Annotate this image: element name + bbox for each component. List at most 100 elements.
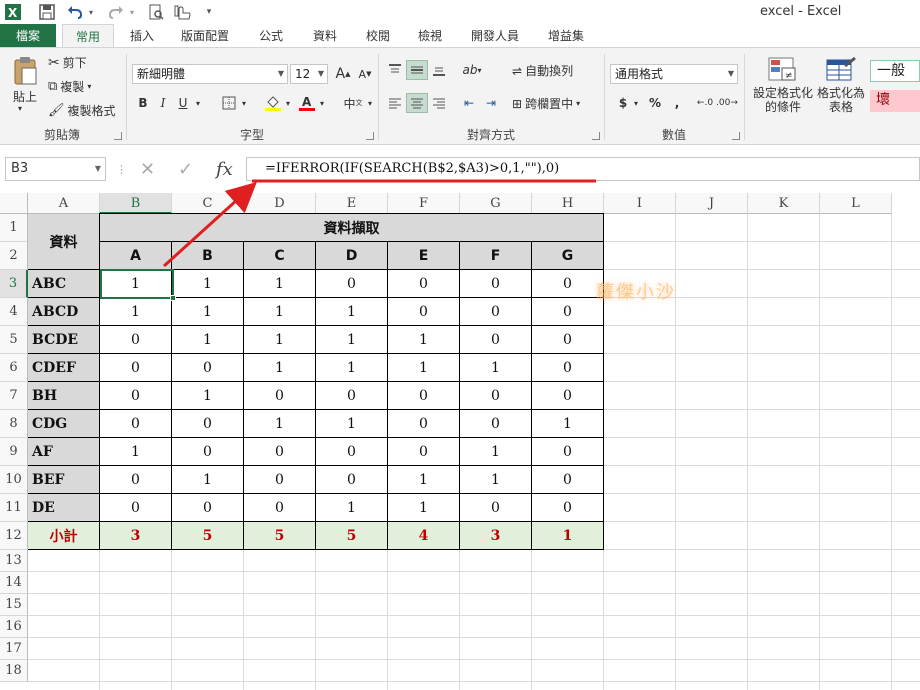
tab-file[interactable]: 檔案 xyxy=(0,24,56,48)
print-preview-icon[interactable] xyxy=(147,3,165,21)
redo-dropdown-icon[interactable]: ▾ xyxy=(127,3,137,21)
data-cell[interactable]: 0 xyxy=(388,270,460,298)
name-box[interactable]: B3 ▼ xyxy=(5,157,106,181)
align-center-icon[interactable] xyxy=(406,93,428,113)
data-cell[interactable]: 1 xyxy=(460,438,532,466)
data-cell[interactable]: 0 xyxy=(316,438,388,466)
number-launcher-icon[interactable] xyxy=(732,132,740,140)
borders-icon[interactable] xyxy=(218,93,240,113)
font-size-select[interactable]: 12 ▼ xyxy=(290,64,328,84)
data-cell[interactable]: 1 xyxy=(244,270,316,298)
row-label-cell[interactable]: BH xyxy=(28,382,100,410)
data-cell[interactable]: 0 xyxy=(532,382,604,410)
data-cell[interactable]: 0 xyxy=(244,494,316,522)
subtotal-cell[interactable]: 3 xyxy=(100,522,172,550)
tab-page-layout[interactable]: 版面配置 xyxy=(172,24,238,48)
row-label-cell[interactable]: BEF xyxy=(28,466,100,494)
data-cell[interactable]: 0 xyxy=(316,382,388,410)
data-cell[interactable]: 1 xyxy=(388,466,460,494)
fill-handle[interactable] xyxy=(170,295,176,301)
cell-style-bad[interactable]: 壞 xyxy=(870,90,920,112)
data-cell[interactable]: 0 xyxy=(532,326,604,354)
data-cell[interactable]: 0 xyxy=(388,382,460,410)
data-cell[interactable]: 0 xyxy=(244,438,316,466)
data-cell[interactable]: 0 xyxy=(532,466,604,494)
tab-formulas[interactable]: 公式 xyxy=(248,24,294,48)
data-cell[interactable]: 0 xyxy=(532,298,604,326)
insert-function-icon[interactable]: fx xyxy=(216,157,233,181)
column-header[interactable]: J xyxy=(676,193,748,214)
data-cell[interactable]: 1 xyxy=(316,494,388,522)
data-cell[interactable]: 1 xyxy=(388,326,460,354)
data-cell[interactable]: 1 xyxy=(316,410,388,438)
save-icon[interactable] xyxy=(38,3,56,21)
subtotal-cell[interactable]: 5 xyxy=(172,522,244,550)
phonetic-dropdown-icon[interactable]: ▾ xyxy=(364,93,376,113)
row-label-cell[interactable]: AF xyxy=(28,438,100,466)
increase-decimal-icon[interactable]: ←.0 xyxy=(694,93,716,113)
touch-mode-icon[interactable] xyxy=(174,3,192,21)
data-cell[interactable]: 1 xyxy=(100,298,172,326)
alignment-launcher-icon[interactable] xyxy=(592,132,600,140)
data-cell[interactable]: 0 xyxy=(460,298,532,326)
column-header[interactable]: H xyxy=(532,193,604,214)
row-header[interactable]: 1 xyxy=(0,214,28,242)
data-cell[interactable]: 0 xyxy=(460,326,532,354)
grow-font-button[interactable]: A ▲ xyxy=(332,64,354,84)
row-header[interactable]: 5 xyxy=(0,326,28,354)
fill-color-dropdown-icon[interactable]: ▾ xyxy=(282,93,294,113)
row-header[interactable]: 14 xyxy=(0,572,28,594)
column-header[interactable]: A xyxy=(28,193,100,214)
data-cell[interactable]: 0 xyxy=(172,438,244,466)
tab-review[interactable]: 校閱 xyxy=(356,24,400,48)
column-header[interactable]: C xyxy=(172,193,244,214)
row-header[interactable]: 15 xyxy=(0,594,28,616)
formula-input[interactable]: =IFERROR(IF(SEARCH(B$2,$A3)>0,1,""),0) xyxy=(246,157,920,181)
data-cell[interactable]: 0 xyxy=(532,438,604,466)
data-cell[interactable]: 1 xyxy=(316,354,388,382)
cell-style-normal[interactable]: 一般 xyxy=(870,60,920,82)
percent-button[interactable]: % xyxy=(644,93,666,113)
data-cell[interactable]: 0 xyxy=(244,466,316,494)
row-header[interactable]: 10 xyxy=(0,466,28,494)
data-cell[interactable]: 0 xyxy=(460,270,532,298)
row-label-cell[interactable]: CDG xyxy=(28,410,100,438)
row-header[interactable]: 6 xyxy=(0,354,28,382)
column-header[interactable]: B xyxy=(100,193,172,214)
data-cell[interactable]: 1 xyxy=(172,298,244,326)
underline-button[interactable]: U xyxy=(172,93,194,113)
data-cell[interactable]: 1 xyxy=(316,326,388,354)
align-left-icon[interactable] xyxy=(384,93,406,113)
data-cell[interactable]: 0 xyxy=(100,382,172,410)
data-cell[interactable]: 0 xyxy=(172,410,244,438)
merge-center-button[interactable]: ⊞ 跨欄置中 ▾ xyxy=(512,95,580,112)
row-header[interactable]: 3 xyxy=(0,270,28,298)
data-cell[interactable]: 1 xyxy=(316,298,388,326)
data-cell[interactable]: 1 xyxy=(532,410,604,438)
column-header[interactable]: L xyxy=(820,193,892,214)
row-label-cell[interactable]: ABCD xyxy=(28,298,100,326)
format-painter-button[interactable]: 🖌 複製格式 xyxy=(48,102,116,119)
letter-header-cell[interactable]: B xyxy=(172,242,244,270)
font-color-icon[interactable]: A xyxy=(296,93,318,113)
data-cell[interactable]: 0 xyxy=(100,354,172,382)
font-launcher-icon[interactable] xyxy=(366,132,374,140)
column-header[interactable]: F xyxy=(388,193,460,214)
data-cell[interactable]: 1 xyxy=(244,298,316,326)
row-label-cell[interactable]: DE xyxy=(28,494,100,522)
data-cell[interactable]: 0 xyxy=(100,466,172,494)
data-cell[interactable]: 0 xyxy=(460,494,532,522)
data-cell[interactable]: 0 xyxy=(388,438,460,466)
underline-dropdown-icon[interactable]: ▾ xyxy=(192,93,204,113)
italic-button[interactable]: I xyxy=(152,93,174,113)
data-cell[interactable]: 0 xyxy=(172,354,244,382)
data-cell[interactable]: 1 xyxy=(244,326,316,354)
row-header[interactable]: 9 xyxy=(0,438,28,466)
data-cell[interactable]: 0 xyxy=(316,270,388,298)
data-cell[interactable]: 1 xyxy=(172,326,244,354)
data-cell[interactable]: 0 xyxy=(172,494,244,522)
row-header[interactable]: 18 xyxy=(0,660,28,682)
subtotal-cell[interactable]: 5 xyxy=(316,522,388,550)
data-cell[interactable]: 0 xyxy=(100,410,172,438)
data-cell[interactable]: 1 xyxy=(172,466,244,494)
